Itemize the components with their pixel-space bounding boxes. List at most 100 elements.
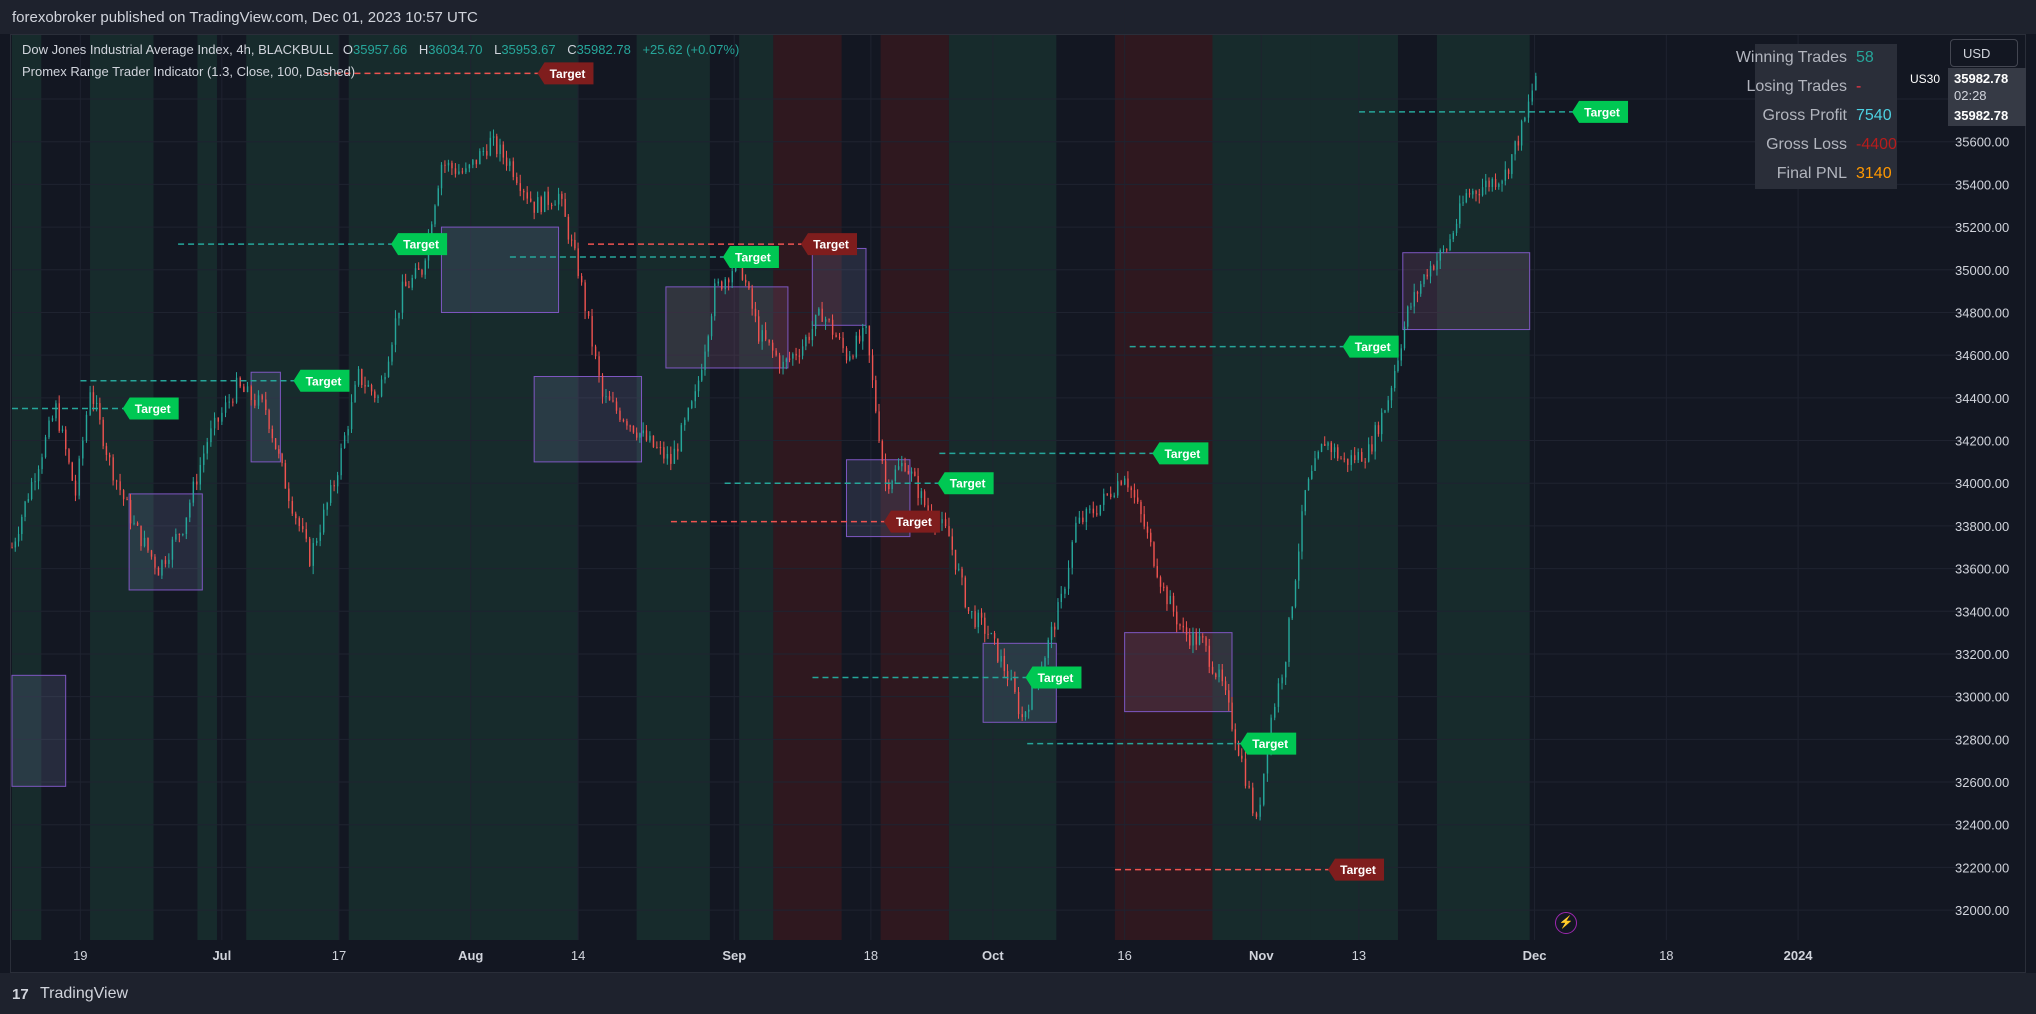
candle-body — [1057, 602, 1059, 630]
candle-body — [239, 377, 241, 387]
candle-body — [482, 150, 485, 152]
candle-body — [217, 417, 219, 422]
price-tick-label: 32800.00 — [1955, 732, 2009, 747]
candle-body — [119, 481, 121, 491]
candle-body — [326, 502, 328, 510]
candle-body — [295, 513, 297, 519]
time-tick-label: 19 — [73, 948, 87, 963]
candle-body — [1442, 249, 1445, 251]
candle-body — [701, 370, 703, 381]
candle-body — [85, 414, 88, 441]
candle-body — [206, 442, 208, 454]
candle-body — [1024, 711, 1027, 718]
candle-body — [1215, 673, 1217, 678]
candle-body — [284, 463, 287, 489]
chart-canvas[interactable]: Target Target Target Target Target Target Targ… — [0, 0, 2036, 1014]
candle-body — [659, 447, 662, 449]
time-axis: 19 Jul 17 Aug 14 Sep 18 Oct 16 Nov 13 Dec 18 2024 — [73, 948, 1813, 963]
candle-body — [1298, 551, 1300, 581]
candle-body — [1507, 169, 1510, 174]
stat-value: - — [1856, 78, 1862, 95]
lightning-icon[interactable]: ⚡ — [1555, 912, 1577, 934]
candle-body — [792, 353, 794, 359]
candle-body — [993, 633, 996, 639]
candle-body — [265, 399, 267, 411]
candle-body — [305, 529, 307, 539]
candle-body — [126, 499, 128, 501]
candle-body — [99, 403, 101, 420]
candle-body — [626, 421, 628, 426]
candle-body — [645, 430, 648, 441]
currency-button[interactable]: USD — [1950, 39, 2018, 67]
price-tick-label: 32000.00 — [1955, 903, 2009, 918]
candle-body — [724, 279, 726, 290]
candle-body — [329, 485, 332, 503]
candle-body — [1185, 627, 1188, 635]
candle-body — [798, 355, 801, 357]
candle-body — [157, 567, 160, 576]
candle-body — [1234, 729, 1237, 744]
candle-body — [1156, 566, 1158, 578]
candle-body — [129, 500, 132, 524]
candle-body — [663, 447, 665, 459]
candle-body — [1221, 669, 1224, 682]
candle-body — [1259, 804, 1261, 817]
candle-body — [1371, 444, 1373, 452]
candle-body — [109, 454, 111, 458]
candle-body — [731, 271, 733, 283]
candle-body — [133, 522, 135, 524]
candle-body — [1524, 117, 1526, 122]
candle-body — [577, 248, 579, 277]
candle-body — [765, 330, 767, 340]
candle-body — [1133, 490, 1136, 498]
candle-body — [333, 485, 335, 487]
regime-band — [348, 35, 579, 940]
target-label: Target — [403, 238, 439, 252]
candle-body — [1294, 580, 1297, 607]
candle-body — [1014, 677, 1016, 693]
time-tick-label: Aug — [458, 948, 483, 963]
candle-body — [1064, 588, 1066, 594]
symbol-legend[interactable]: Dow Jones Industrial Average Index, 4h, … — [22, 42, 745, 57]
candle-body — [587, 311, 590, 317]
candle-body — [891, 480, 893, 490]
candle-body — [1103, 493, 1105, 505]
candle-body — [1320, 444, 1323, 452]
candle-body — [168, 559, 170, 564]
candle-body — [858, 335, 861, 342]
candle-body — [601, 375, 604, 397]
candle-body — [1374, 425, 1376, 452]
candle-body — [354, 384, 356, 403]
candle-body — [58, 403, 60, 431]
candle-body — [161, 560, 163, 576]
candle-body — [343, 435, 346, 449]
candle-body — [1426, 274, 1428, 277]
price-tick-label: 35600.00 — [1955, 135, 2009, 150]
price-tick-label: 34200.00 — [1955, 434, 2009, 449]
candle-body — [754, 308, 757, 317]
candle-body — [801, 346, 804, 356]
candle-body — [1317, 451, 1320, 459]
candle-body — [380, 379, 383, 397]
candle-body — [788, 358, 791, 360]
target-label: Target — [1038, 671, 1074, 685]
range-box — [1402, 252, 1531, 331]
target-label: Target — [813, 238, 849, 252]
candle-body — [540, 197, 542, 212]
candle-body — [849, 356, 851, 361]
candle-body — [561, 193, 563, 199]
candle-body — [881, 441, 884, 462]
candle-body — [192, 481, 195, 503]
candle-body — [554, 204, 556, 206]
candle-body — [728, 279, 730, 283]
candle-body — [1531, 90, 1533, 102]
indicator-legend[interactable]: Promex Range Trader Indicator (1.3, Clos… — [22, 64, 361, 79]
current-price: 35982.78 — [1954, 71, 2009, 86]
target-label: Target — [1164, 447, 1200, 461]
candle-body — [1003, 655, 1006, 672]
candle-body — [1394, 371, 1396, 389]
candle-body — [835, 334, 837, 338]
candle-body — [710, 316, 713, 337]
price-tick-label: 35000.00 — [1955, 263, 2009, 278]
candle-body — [1403, 326, 1406, 349]
